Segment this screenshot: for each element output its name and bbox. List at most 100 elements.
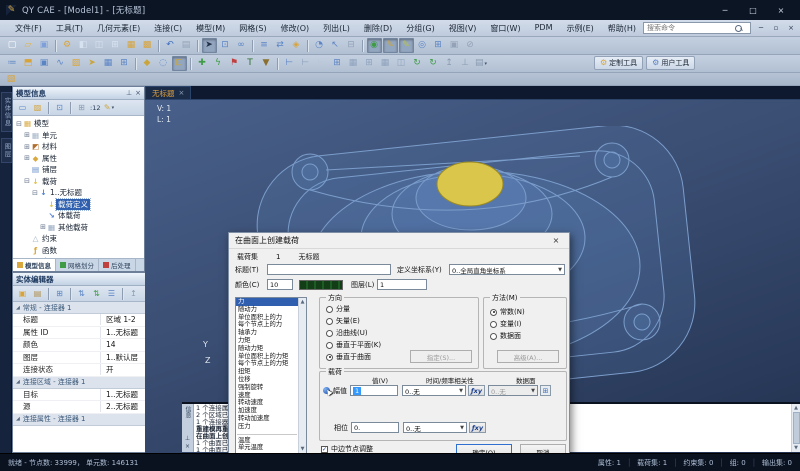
tab-model-info[interactable]: 模型信息	[13, 259, 56, 271]
load-type-option[interactable]: 加速度	[236, 407, 298, 415]
tb-select-visible-button[interactable]: ⊡	[172, 56, 187, 71]
menu-geometry[interactable]: 几何元素(E)	[90, 21, 147, 36]
tb-orient-cube-button[interactable]: ⬒	[21, 56, 36, 71]
tree-item-load-definition[interactable]: ↓载荷定义	[15, 199, 144, 211]
direction-vector-radio[interactable]: 矢量(E)	[326, 315, 381, 327]
method-data-surface-radio[interactable]: 数据面	[490, 330, 525, 342]
tb-zoom-region-button[interactable]: ⊡	[218, 38, 233, 53]
tree-item-materials[interactable]: ⊞◩材料	[15, 141, 144, 153]
checkbox-checked-icon[interactable]: ✓	[321, 446, 328, 453]
tb-save-file-button[interactable]: ▣	[37, 38, 52, 53]
tree-item-functions[interactable]: ƒ函数	[15, 245, 144, 257]
tb-bolt-pinned-button[interactable]: ⊢	[298, 56, 313, 71]
tb-table-grid-button[interactable]: ⊞	[431, 38, 446, 53]
direction-normal-to-plane-radio[interactable]: 垂直于平面(K)	[326, 339, 381, 351]
tb-measure-button[interactable]: ◔	[312, 38, 327, 53]
tb-region-grid-1-button[interactable]: ⊞	[330, 56, 345, 71]
tb-send-up-button[interactable]: ↥	[442, 56, 457, 71]
tree-item-model[interactable]: ⊟▦模型	[15, 118, 144, 130]
advanced-button[interactable]: 高级(A)...	[497, 350, 559, 363]
tab-meshing[interactable]: 网格划分	[56, 259, 99, 271]
tb-entity-list-button[interactable]: ≡	[257, 38, 272, 53]
tb-mesh-add-button[interactable]: ✚	[195, 56, 210, 71]
tb-mesh-edit-button[interactable]: ϟ	[211, 56, 226, 71]
phase-input[interactable]: 0.	[351, 422, 399, 433]
tb-region-grid-3-button[interactable]: ⊞	[362, 56, 377, 71]
dialog-close-icon[interactable]: ×	[549, 236, 563, 245]
menu-connect[interactable]: 连接(C)	[147, 21, 189, 36]
menu-file[interactable]: 文件(F)	[8, 21, 49, 36]
load-type-option[interactable]: 每个节点上的力矩	[236, 360, 298, 368]
tb-view-split-button[interactable]: ◫	[92, 38, 107, 53]
load-type-option[interactable]: 力	[236, 298, 298, 306]
menu-view[interactable]: 视图(V)	[442, 21, 484, 36]
specify-button[interactable]: 指定(S)...	[410, 350, 472, 363]
tb-bolt-fixed-button[interactable]: ⊢	[282, 56, 297, 71]
menu-tools[interactable]: 工具(T)	[49, 21, 90, 36]
menu-pdm[interactable]: PDM	[528, 21, 560, 36]
tb-update-a-button[interactable]: ↻	[410, 56, 425, 71]
tb-mi-pencil-button[interactable]: ✎▾	[102, 101, 116, 114]
tb-rotate-cube-button[interactable]: ◈	[289, 38, 304, 53]
layer-input[interactable]: 1	[377, 279, 427, 290]
direction-components-radio[interactable]: 分量	[326, 303, 381, 315]
tb-region-grid-2-button[interactable]: ▦	[346, 56, 361, 71]
tb-analysis-gear-button[interactable]: ⚙	[60, 38, 75, 53]
load-type-option[interactable]: 强制旋转	[236, 384, 298, 392]
custom-tools-button[interactable]: ⚙定制工具	[594, 56, 643, 70]
menu-help[interactable]: 帮助(H)	[601, 21, 643, 36]
load-type-option[interactable]: 力矩	[236, 337, 298, 345]
tb-ee-sort-az-button[interactable]: ⇅	[75, 287, 89, 300]
tb-pin-entity-button[interactable]: ⊥	[458, 56, 473, 71]
menu-list[interactable]: 列出(L)	[316, 21, 357, 36]
scroll-down-icon[interactable]: ▼	[301, 446, 305, 452]
tb-view-single-button[interactable]: ◧	[76, 38, 91, 53]
tb-ee-form-button[interactable]: ☰	[105, 287, 119, 300]
tb-render-solid-button[interactable]: ◆	[140, 56, 155, 71]
expander-icon[interactable]: ⊟	[15, 120, 23, 128]
menu-window[interactable]: 窗口(W)	[483, 21, 527, 36]
phase-fxy-button[interactable]: ƒxy	[469, 422, 486, 433]
user-tools-button[interactable]: ⚙用户工具	[646, 56, 695, 70]
type-list-scrollbar[interactable]: ▲ ▼	[298, 298, 306, 453]
tb-undo-button[interactable]: ↶	[163, 38, 178, 53]
scroll-up-icon[interactable]: ▲	[301, 299, 305, 305]
menu-delete[interactable]: 删除(D)	[357, 21, 399, 36]
load-type-option[interactable]: 转动加速度	[236, 415, 298, 423]
pin-icon[interactable]: ⊥	[126, 89, 132, 97]
tb-grid-view-button[interactable]: ⊞	[117, 56, 132, 71]
maximize-button[interactable]: □	[740, 2, 766, 18]
tree-item-body-load[interactable]: ↘体载荷	[15, 210, 144, 222]
tb-pick-direction-button[interactable]: ↖	[328, 38, 343, 53]
menu-mesh[interactable]: 网格(S)	[232, 21, 273, 36]
tb-highlight-toggle-button[interactable]: ◉	[367, 38, 382, 53]
messages-vertical-tab[interactable]: 信息	[183, 406, 192, 418]
tb-mesh-stamp-button[interactable]: ▼	[259, 56, 274, 71]
messages-scrollbar[interactable]: ▲ ▼	[791, 404, 800, 452]
close-icon[interactable]: ×	[185, 443, 190, 450]
tb-bolt-free-button[interactable]: ⊢	[314, 56, 329, 71]
tb-new-file-button[interactable]: ▢	[5, 38, 20, 53]
tb-region-grid-4-button[interactable]: ▦	[378, 56, 393, 71]
tree-item-elements[interactable]: ⊞▦单元	[15, 130, 144, 142]
amplitude-input[interactable]: 1	[350, 385, 398, 396]
expander-icon[interactable]: ⊞	[23, 154, 31, 162]
tb-new-study-button[interactable]: ▧	[5, 74, 18, 85]
direction-along-curve-radio[interactable]: 沿曲线(U)	[326, 327, 381, 339]
tree-item-constraints[interactable]: △约束	[15, 233, 144, 245]
expander-icon[interactable]: ⊞	[23, 131, 31, 139]
tb-view-quad-button[interactable]: ⊞	[108, 38, 123, 53]
tab-post-processing[interactable]: 后处理	[99, 259, 136, 271]
close-button[interactable]: ×	[768, 2, 794, 18]
tb-form-edit-button[interactable]: ▤▾	[474, 56, 489, 71]
method-variable-radio[interactable]: 变量(I)	[490, 318, 525, 330]
menu-model[interactable]: 模型(M)	[189, 21, 232, 36]
tb-link-entities-button[interactable]: ∞	[234, 38, 249, 53]
tb-mesh-flag-button[interactable]: ⚑	[227, 56, 242, 71]
expander-icon[interactable]: ⊟	[23, 177, 31, 185]
tb-pencil-mark-button[interactable]: ✎	[399, 38, 414, 53]
tb-ee-send-up-button[interactable]: ↥	[127, 287, 141, 300]
tb-curve-plot-button[interactable]: ∿	[53, 56, 68, 71]
color-swatch[interactable]	[299, 280, 343, 290]
tb-view-cascade-button[interactable]: ▦	[124, 38, 139, 53]
